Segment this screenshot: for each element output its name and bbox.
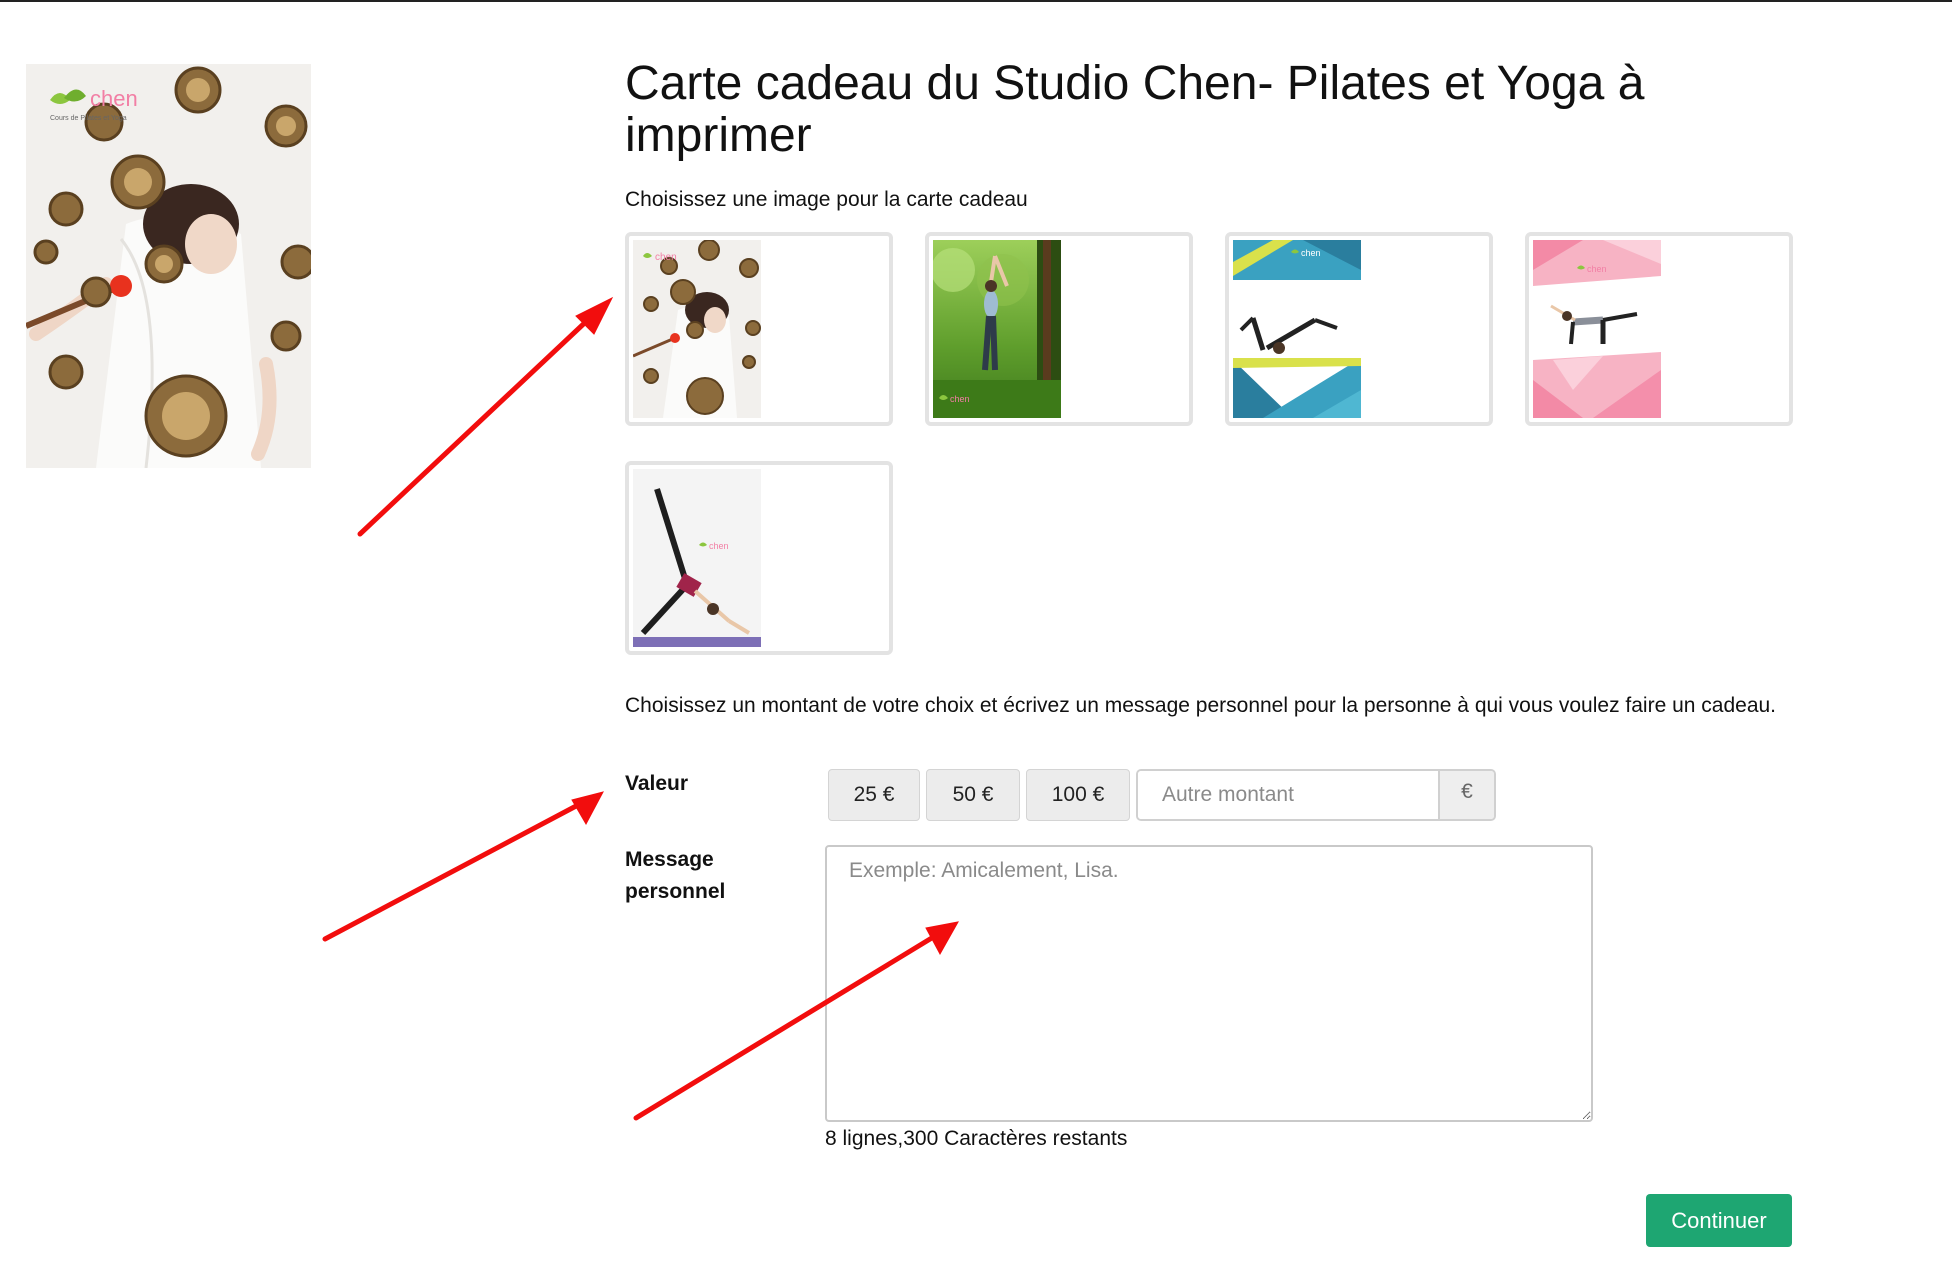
amount-25-button[interactable]: 25 €: [828, 769, 920, 821]
thumbnail-logo-text: chen: [950, 394, 970, 404]
image-option-thumbnail: chen: [633, 469, 761, 647]
image-option-forest-yoga[interactable]: chen: [925, 232, 1193, 426]
image-picker-label: Choisissez une image pour la carte cadea…: [625, 188, 1028, 211]
thumbnail-logo-text: chen: [655, 252, 677, 263]
card-preview-image: chen Cours de Pilates et Yoga: [26, 64, 311, 468]
message-label: Message personnel: [625, 848, 726, 903]
image-option-thumbnail: chen: [1233, 240, 1361, 418]
annotation-arrowhead: [571, 791, 604, 826]
preview-logo-subtitle: Cours de Pilates et Yoga: [50, 115, 127, 122]
characters-remaining: 8 lignes,300 Caractères restants: [825, 1127, 1128, 1150]
image-option-singing-bowls[interactable]: chen: [625, 232, 893, 426]
preview-logo-text: chen: [90, 86, 138, 111]
image-option-downward-dog-studio[interactable]: chen: [625, 461, 893, 655]
thumbnail-logo-text: chen: [1301, 248, 1321, 258]
amount-50-button[interactable]: 50 €: [926, 769, 1020, 821]
page-title: Carte cadeau du Studio Chen- Pilates et …: [625, 57, 1645, 162]
amount-intro-text: Choisissez un montant de votre choix et …: [625, 694, 1777, 717]
image-option-thumbnail: chen: [633, 240, 761, 418]
thumbnail-logo-text: chen: [1587, 264, 1607, 274]
annotation-arrow: [357, 313, 595, 537]
continue-button[interactable]: Continuer: [1646, 1194, 1792, 1247]
amount-label: Valeur: [625, 772, 689, 795]
image-option-thumbnail: chen: [1533, 240, 1661, 418]
image-option-thumbnail: chen: [933, 240, 1061, 418]
thumbnail-logo-text: chen: [709, 541, 729, 551]
personal-message-textarea[interactable]: [825, 845, 1593, 1122]
image-option-pink-geometric-pilates[interactable]: chen: [1525, 232, 1793, 426]
image-option-blue-geometric-pilates[interactable]: chen: [1225, 232, 1493, 426]
euro-currency-addon: €: [1438, 771, 1494, 819]
amount-100-button[interactable]: 100 €: [1026, 769, 1130, 821]
custom-amount-group: €: [1136, 769, 1496, 821]
top-border: [0, 0, 1952, 2]
annotation-arrowhead: [575, 296, 614, 335]
annotation-arrow: [322, 802, 581, 942]
custom-amount-input[interactable]: [1138, 771, 1440, 819]
